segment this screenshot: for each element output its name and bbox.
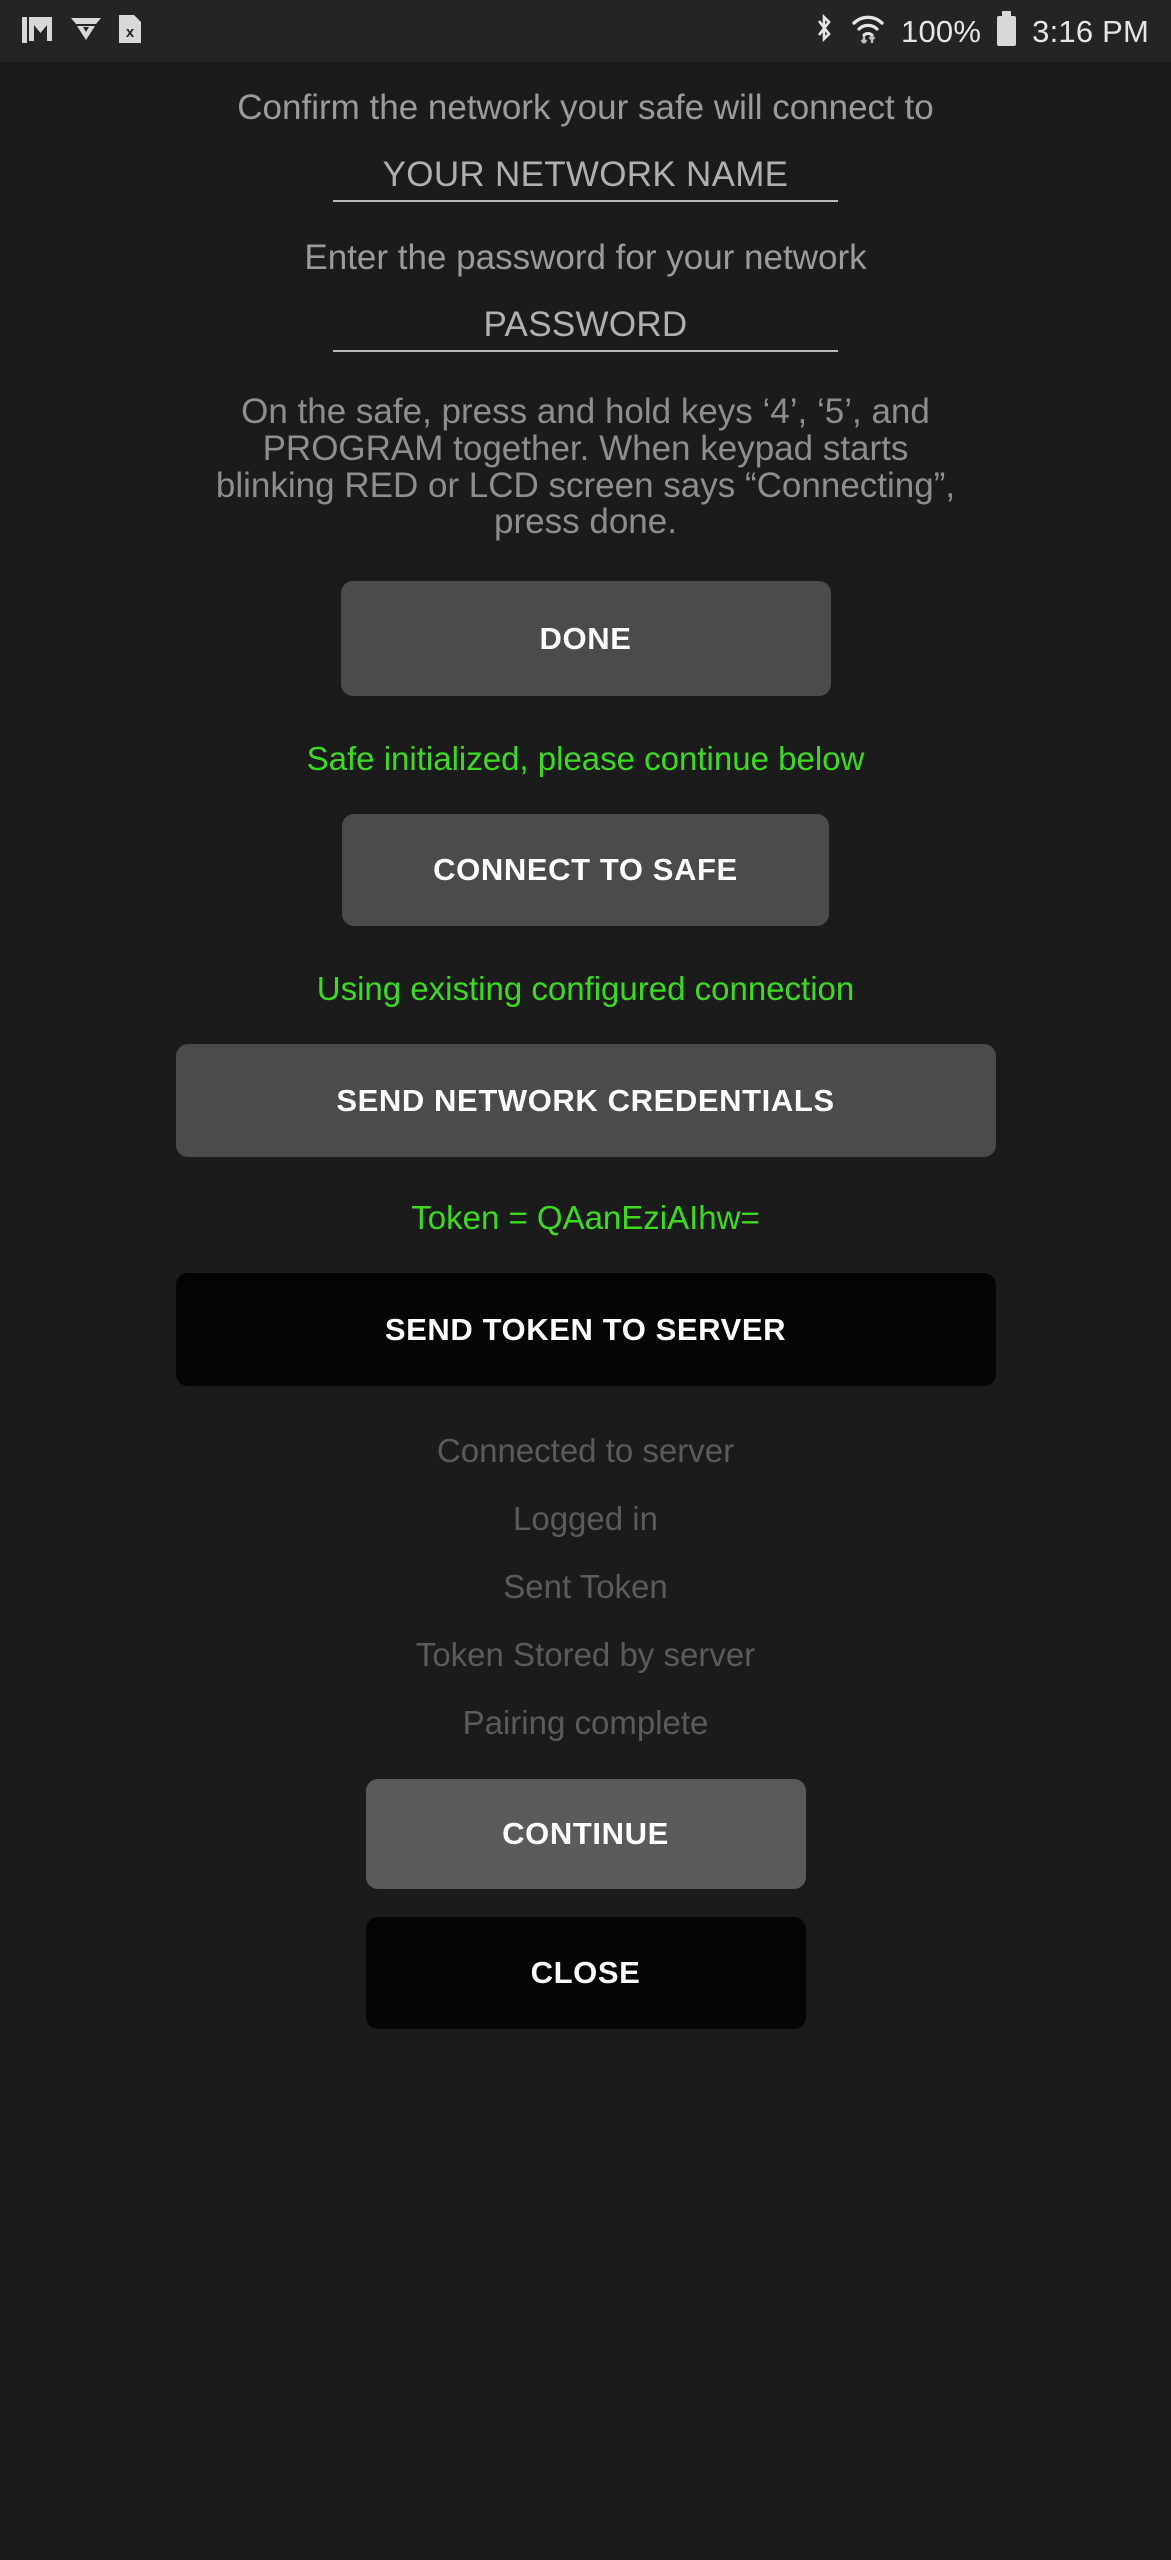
send-token-to-server-button[interactable]: SEND TOKEN TO SERVER xyxy=(175,1273,996,1386)
safe-instructions-text: On the safe, press and hold keys ‘4’, ‘5… xyxy=(215,392,956,542)
clock-label: 3:16 PM xyxy=(1032,13,1149,49)
network-prompt-label: Confirm the network your safe will conne… xyxy=(237,88,934,127)
wifi-icon xyxy=(851,12,885,51)
x-document-icon: x xyxy=(118,14,142,49)
log-line-pairing-complete: Pairing complete xyxy=(462,1704,709,1741)
vector-app-icon xyxy=(70,16,102,47)
pairing-screen: Confirm the network your safe will conne… xyxy=(0,62,1171,2560)
log-line-connected-to-server: Connected to server xyxy=(436,1432,735,1469)
network-name-value: YOUR NETWORK NAME xyxy=(382,155,789,194)
status-token: Token = QAanEziAIhw= xyxy=(411,1199,760,1236)
done-button[interactable]: DONE xyxy=(340,581,831,696)
battery-icon xyxy=(997,11,1017,46)
status-safe-initialized: Safe initialized, please continue below xyxy=(306,740,865,777)
password-value: PASSWORD xyxy=(483,305,688,344)
log-line-sent-token: Sent Token xyxy=(503,1568,668,1605)
log-line-logged-in: Logged in xyxy=(513,1500,658,1537)
battery-percent-label: 100% xyxy=(901,13,982,49)
log-line-token-stored: Token Stored by server xyxy=(415,1636,756,1673)
close-button[interactable]: CLOSE xyxy=(365,1917,806,2029)
password-prompt-label: Enter the password for your network xyxy=(304,238,867,277)
status-bar-system-icons: 100% 3:16 PM xyxy=(813,11,1149,51)
bluetooth-icon xyxy=(813,12,835,50)
network-name-input[interactable]: YOUR NETWORK NAME xyxy=(333,157,838,202)
continue-button[interactable]: CONTINUE xyxy=(365,1779,806,1889)
gmail-icon xyxy=(22,15,54,48)
connect-to-safe-button[interactable]: CONNECT TO SAFE xyxy=(342,814,829,926)
status-bar[interactable]: x 100% 3:16 PM xyxy=(0,0,1171,62)
status-bar-notification-icons: x xyxy=(22,14,142,49)
svg-text:x: x xyxy=(126,24,135,41)
status-existing-connection: Using existing configured connection xyxy=(316,970,855,1007)
send-network-credentials-button[interactable]: SEND NETWORK CREDENTIALS xyxy=(175,1044,996,1157)
password-input[interactable]: PASSWORD xyxy=(333,307,838,352)
